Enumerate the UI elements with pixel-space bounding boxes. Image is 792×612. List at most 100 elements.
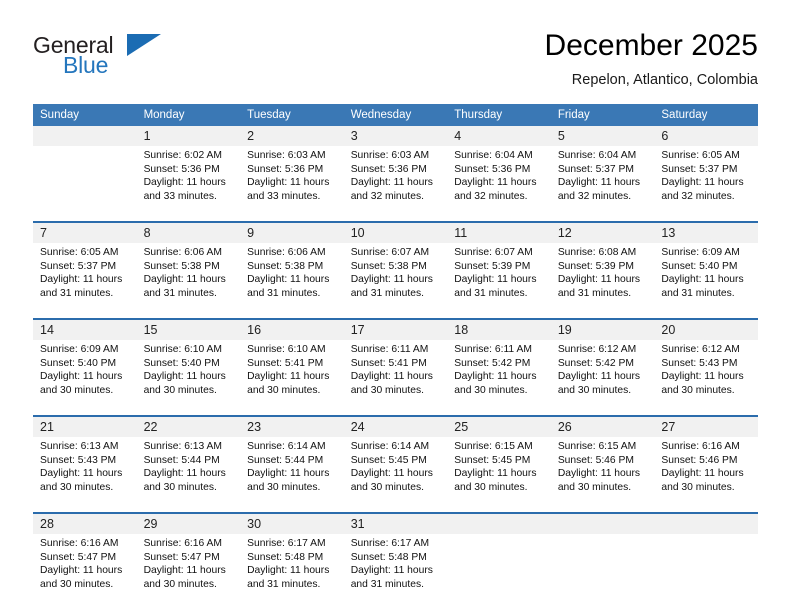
day-number-17[interactable]: 17	[343, 318, 448, 340]
sunrise-text: Sunrise: 6:08 AM	[557, 247, 637, 258]
day-number-6[interactable]: 6	[654, 126, 758, 146]
day-cell-4[interactable]: Sunrise: 6:04 AM Sunset: 5:36 PM Daylight:…	[447, 146, 551, 222]
day-number-18[interactable]: 18	[447, 318, 551, 340]
day-number-31[interactable]: 31	[343, 512, 448, 534]
daylight-text: Daylight: 11 hours and 30 minutes.	[454, 468, 537, 493]
day-cell-21[interactable]: Sunrise: 6:13 AM Sunset: 5:43 PM Daylight:…	[33, 437, 137, 513]
day-number-26[interactable]: 26	[550, 415, 655, 437]
daylight-text: Daylight: 11 hours and 31 minutes.	[661, 274, 744, 299]
day-cell-24[interactable]: Sunrise: 6:14 AM Sunset: 5:45 PM Daylight:…	[343, 437, 448, 513]
week-number-row: 14 15 16 17 18 19 20	[33, 318, 758, 340]
daylight-text: Daylight: 11 hours and 31 minutes.	[40, 274, 123, 299]
day-number-12[interactable]: 12	[550, 221, 655, 243]
day-number-23[interactable]: 23	[240, 415, 344, 437]
day-cell-25[interactable]: Sunrise: 6:15 AM Sunset: 5:45 PM Daylight:…	[447, 437, 551, 513]
day-number-7[interactable]: 7	[33, 221, 137, 243]
sunset-text: Sunset: 5:45 PM	[350, 454, 427, 466]
day-number-15[interactable]: 15	[136, 318, 241, 340]
day-number-4[interactable]: 4	[447, 126, 551, 146]
day-cell-11[interactable]: Sunrise: 6:07 AM Sunset: 5:39 PM Daylight:…	[447, 243, 551, 319]
weekday-header-saturday: Saturday	[654, 104, 758, 126]
page-header: General Blue December 2025 Repelon, Atla…	[33, 28, 758, 100]
day-number-21[interactable]: 21	[33, 415, 137, 437]
day-cell-10[interactable]: Sunrise: 6:07 AM Sunset: 5:38 PM Daylight:…	[343, 243, 448, 319]
day-cell-12[interactable]: Sunrise: 6:08 AM Sunset: 5:39 PM Daylight:…	[550, 243, 655, 319]
day-cell-13[interactable]: Sunrise: 6:09 AM Sunset: 5:40 PM Daylight:…	[654, 243, 758, 319]
day-number-13[interactable]: 13	[654, 221, 758, 243]
logo[interactable]: General Blue	[33, 32, 233, 88]
day-cell-22[interactable]: Sunrise: 6:13 AM Sunset: 5:44 PM Daylight:…	[136, 437, 241, 513]
sunrise-text: Sunrise: 6:03 AM	[350, 150, 430, 161]
day-cell-empty	[447, 534, 551, 609]
sunset-text: Sunset: 5:44 PM	[247, 454, 324, 466]
day-cell-7[interactable]: Sunrise: 6:05 AM Sunset: 5:37 PM Daylight:…	[33, 243, 137, 319]
day-cell-27[interactable]: Sunrise: 6:16 AM Sunset: 5:46 PM Daylight:…	[654, 437, 758, 513]
day-cell-23[interactable]: Sunrise: 6:14 AM Sunset: 5:44 PM Daylight:…	[240, 437, 344, 513]
day-number-28[interactable]: 28	[33, 512, 137, 534]
sunrise-text: Sunrise: 6:15 AM	[454, 441, 533, 452]
daylight-text: Daylight: 11 hours and 30 minutes.	[143, 565, 226, 590]
day-cell-31[interactable]: Sunrise: 6:17 AM Sunset: 5:48 PM Daylight:…	[343, 534, 448, 609]
sunrise-text: Sunrise: 6:12 AM	[661, 344, 740, 355]
day-cell-26[interactable]: Sunrise: 6:15 AM Sunset: 5:46 PM Daylight:…	[550, 437, 655, 513]
day-cell-28[interactable]: Sunrise: 6:16 AM Sunset: 5:47 PM Daylight:…	[33, 534, 137, 609]
sunset-text: Sunset: 5:41 PM	[350, 357, 427, 369]
sunrise-text: Sunrise: 6:02 AM	[143, 150, 222, 161]
sunrise-text: Sunrise: 6:16 AM	[661, 441, 740, 452]
sunset-text: Sunset: 5:36 PM	[247, 163, 324, 175]
day-number-3[interactable]: 3	[343, 126, 448, 146]
day-cell-empty	[33, 146, 137, 222]
week-detail-row: Sunrise: 6:09 AM Sunset: 5:40 PM Daylight:…	[33, 340, 758, 416]
day-cell-20[interactable]: Sunrise: 6:12 AM Sunset: 5:43 PM Daylight:…	[654, 340, 758, 416]
weekday-header-sunday: Sunday	[33, 104, 137, 126]
day-cell-30[interactable]: Sunrise: 6:17 AM Sunset: 5:48 PM Daylight:…	[240, 534, 344, 609]
day-number-10[interactable]: 10	[343, 221, 448, 243]
day-cell-29[interactable]: Sunrise: 6:16 AM Sunset: 5:47 PM Daylight:…	[136, 534, 241, 609]
sunset-text: Sunset: 5:39 PM	[454, 260, 531, 272]
sunset-text: Sunset: 5:47 PM	[143, 551, 220, 563]
day-cell-14[interactable]: Sunrise: 6:09 AM Sunset: 5:40 PM Daylight:…	[33, 340, 137, 416]
sunrise-text: Sunrise: 6:16 AM	[40, 538, 119, 549]
daylight-text: Daylight: 11 hours and 30 minutes.	[350, 371, 433, 396]
weekday-header-monday: Monday	[136, 104, 241, 126]
day-number-25[interactable]: 25	[447, 415, 551, 437]
day-cell-3[interactable]: Sunrise: 6:03 AM Sunset: 5:36 PM Daylight:…	[343, 146, 448, 222]
day-number-5[interactable]: 5	[550, 126, 655, 146]
day-number-14[interactable]: 14	[33, 318, 137, 340]
week-detail-row: Sunrise: 6:05 AM Sunset: 5:37 PM Daylight:…	[33, 243, 758, 319]
day-cell-16[interactable]: Sunrise: 6:10 AM Sunset: 5:41 PM Daylight:…	[240, 340, 344, 416]
sunset-text: Sunset: 5:38 PM	[143, 260, 220, 272]
daylight-text: Daylight: 11 hours and 30 minutes.	[661, 468, 744, 493]
day-cell-6[interactable]: Sunrise: 6:05 AM Sunset: 5:37 PM Daylight:…	[654, 146, 758, 222]
day-cell-19[interactable]: Sunrise: 6:12 AM Sunset: 5:42 PM Daylight:…	[550, 340, 655, 416]
day-cell-2[interactable]: Sunrise: 6:03 AM Sunset: 5:36 PM Daylight:…	[240, 146, 344, 222]
sunset-text: Sunset: 5:43 PM	[661, 357, 738, 369]
day-number-11[interactable]: 11	[447, 221, 551, 243]
day-number-19[interactable]: 19	[550, 318, 655, 340]
day-number-1[interactable]: 1	[136, 126, 241, 146]
day-cell-18[interactable]: Sunrise: 6:11 AM Sunset: 5:42 PM Daylight:…	[447, 340, 551, 416]
day-number-20[interactable]: 20	[654, 318, 758, 340]
week-number-row: 7 8 9 10 11 12 13	[33, 221, 758, 243]
day-cell-1[interactable]: Sunrise: 6:02 AM Sunset: 5:36 PM Daylight:…	[136, 146, 241, 222]
day-number-22[interactable]: 22	[136, 415, 241, 437]
day-cell-8[interactable]: Sunrise: 6:06 AM Sunset: 5:38 PM Daylight:…	[136, 243, 241, 319]
sunrise-text: Sunrise: 6:04 AM	[454, 150, 533, 161]
day-number-27[interactable]: 27	[654, 415, 758, 437]
page-subtitle: Repelon, Atlantico, Colombia	[571, 72, 758, 88]
day-number-30[interactable]: 30	[240, 512, 344, 534]
day-number-29[interactable]: 29	[136, 512, 241, 534]
sunrise-text: Sunrise: 6:15 AM	[557, 441, 637, 452]
daylight-text: Daylight: 11 hours and 30 minutes.	[143, 468, 226, 493]
day-number-8[interactable]: 8	[136, 221, 241, 243]
day-cell-9[interactable]: Sunrise: 6:06 AM Sunset: 5:38 PM Daylight:…	[240, 243, 344, 319]
sunrise-text: Sunrise: 6:11 AM	[350, 344, 429, 355]
day-cell-15[interactable]: Sunrise: 6:10 AM Sunset: 5:40 PM Daylight:…	[136, 340, 241, 416]
day-number-24[interactable]: 24	[343, 415, 448, 437]
day-cell-17[interactable]: Sunrise: 6:11 AM Sunset: 5:41 PM Daylight:…	[343, 340, 448, 416]
day-number-16[interactable]: 16	[240, 318, 344, 340]
day-number-2[interactable]: 2	[240, 126, 344, 146]
day-number-9[interactable]: 9	[240, 221, 344, 243]
day-cell-5[interactable]: Sunrise: 6:04 AM Sunset: 5:37 PM Daylight:…	[550, 146, 655, 222]
calendar-page: General Blue December 2025 Repelon, Atla…	[0, 0, 792, 612]
